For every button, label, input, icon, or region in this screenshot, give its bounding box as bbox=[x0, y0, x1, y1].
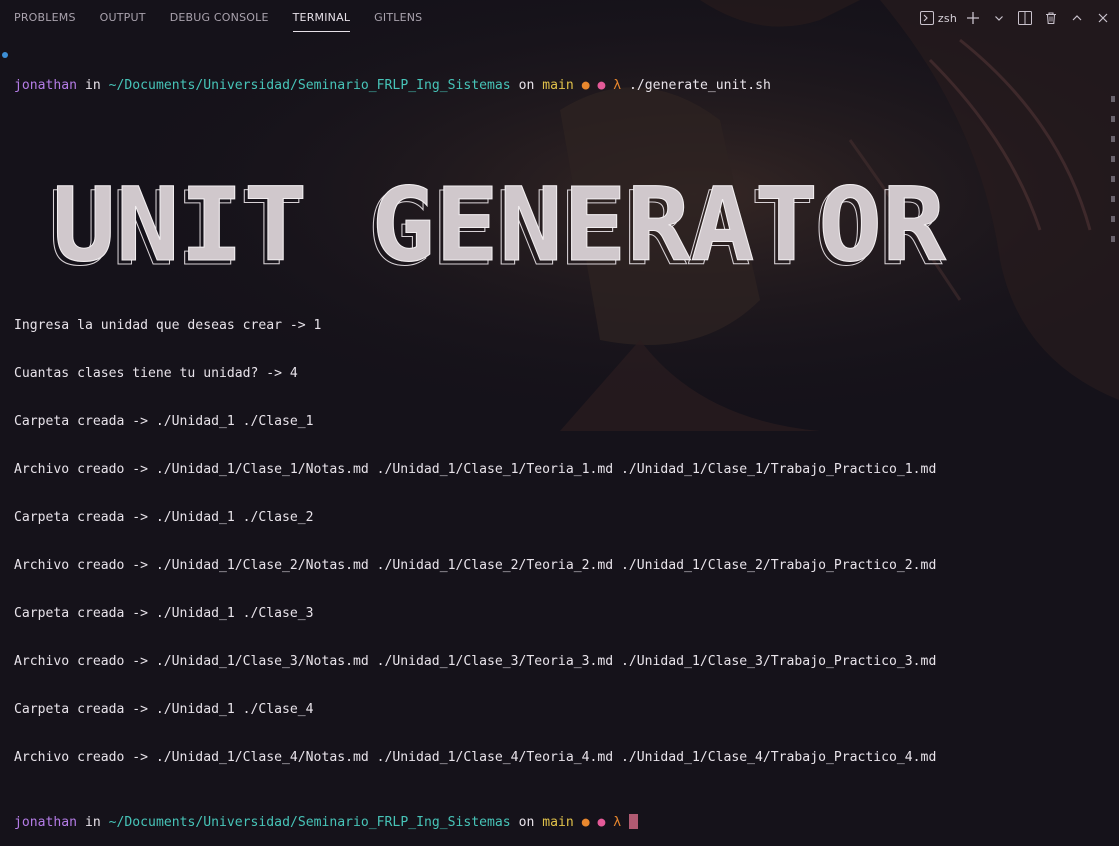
output-line: Archivo creado -> ./Unidad_1/Clase_4/Not… bbox=[14, 750, 937, 765]
split-icon bbox=[1018, 11, 1032, 25]
kill-terminal-button[interactable] bbox=[1041, 7, 1061, 29]
trash-icon bbox=[1046, 12, 1056, 25]
banner-art: UNIT GENERATOR UNIT GENERATOR bbox=[47, 166, 947, 290]
terminal-cursor[interactable] bbox=[629, 814, 639, 829]
prompt-on: on bbox=[518, 78, 535, 93]
git-staged-dot: ● bbox=[597, 78, 606, 93]
git-dirty-dot: ● bbox=[581, 78, 590, 93]
close-panel-button[interactable] bbox=[1093, 7, 1113, 29]
tab-output[interactable]: OUTPUT bbox=[100, 0, 146, 36]
prompt-line: jonathan in ~/Documents/Universidad/Semi… bbox=[14, 814, 1104, 830]
prompt-branch: main bbox=[542, 78, 574, 93]
prompt-user: jonathan bbox=[14, 78, 78, 93]
tab-terminal[interactable]: TERMINAL bbox=[292, 0, 351, 36]
maximize-panel-button[interactable] bbox=[1067, 7, 1087, 29]
new-terminal-button[interactable] bbox=[963, 7, 983, 29]
output-line: Archivo creado -> ./Unidad_1/Clase_2/Not… bbox=[14, 558, 937, 573]
prompt-path: ~/Documents/Universidad/Seminario_FRLP_I… bbox=[108, 815, 511, 830]
output-line: Cuantas clases tiene tu unidad? -> 4 bbox=[14, 366, 298, 381]
close-icon bbox=[1098, 13, 1108, 23]
output-line: Archivo creado -> ./Unidad_1/Clase_3/Not… bbox=[14, 654, 937, 669]
split-terminal-button[interactable] bbox=[1015, 7, 1035, 29]
terminal-icon bbox=[919, 11, 934, 25]
panel-tab-bar: PROBLEMS OUTPUT DEBUG CONSOLE TERMINAL G… bbox=[0, 0, 1119, 36]
prompt-in: in bbox=[84, 78, 101, 93]
tab-gitlens[interactable]: GITLENS bbox=[374, 0, 422, 36]
tab-debug-console[interactable]: DEBUG CONSOLE bbox=[170, 0, 269, 36]
panel-actions: zsh bbox=[919, 0, 1113, 36]
output-line: Carpeta creada -> ./Unidad_1 ./Clase_3 bbox=[14, 606, 314, 621]
terminal-profiles-dropdown[interactable] bbox=[989, 7, 1009, 29]
prompt-lambda: λ bbox=[613, 78, 622, 93]
output-line: Carpeta creada -> ./Unidad_1 ./Clase_4 bbox=[14, 702, 314, 717]
scrollbar-markers[interactable] bbox=[1111, 96, 1115, 256]
command-text: ./generate_unit.sh bbox=[629, 78, 771, 93]
prompt-lambda: λ bbox=[613, 815, 622, 830]
git-dirty-dot: ● bbox=[581, 815, 590, 830]
shell-name: zsh bbox=[937, 11, 957, 25]
banner-title: UNIT GENERATOR bbox=[52, 166, 947, 278]
ascii-banner: UNIT GENERATOR UNIT GENERATOR bbox=[14, 142, 1104, 290]
prompt-user: jonathan bbox=[14, 815, 78, 830]
prompt-in: in bbox=[84, 815, 101, 830]
command-decoration-dot bbox=[2, 52, 8, 58]
prompt-branch: main bbox=[542, 815, 574, 830]
tab-problems[interactable]: PROBLEMS bbox=[14, 0, 76, 36]
output-line: Archivo creado -> ./Unidad_1/Clase_1/Not… bbox=[14, 462, 937, 477]
plus-icon bbox=[967, 12, 979, 24]
prompt-on: on bbox=[518, 815, 535, 830]
output-line: Carpeta creada -> ./Unidad_1 ./Clase_1 bbox=[14, 414, 314, 429]
prompt-line: jonathan in ~/Documents/Universidad/Semi… bbox=[14, 78, 1104, 94]
output-line: Carpeta creada -> ./Unidad_1 ./Clase_2 bbox=[14, 510, 314, 525]
chevron-up-icon bbox=[1072, 15, 1082, 21]
terminal-shell-selector[interactable]: zsh bbox=[919, 7, 957, 29]
terminal-output[interactable]: jonathan in ~/Documents/Universidad/Semi… bbox=[14, 46, 1104, 846]
git-staged-dot: ● bbox=[597, 815, 606, 830]
prompt-path: ~/Documents/Universidad/Seminario_FRLP_I… bbox=[108, 78, 511, 93]
output-line: Ingresa la unidad que deseas crear -> 1 bbox=[14, 318, 322, 333]
chevron-down-icon bbox=[995, 16, 1003, 21]
